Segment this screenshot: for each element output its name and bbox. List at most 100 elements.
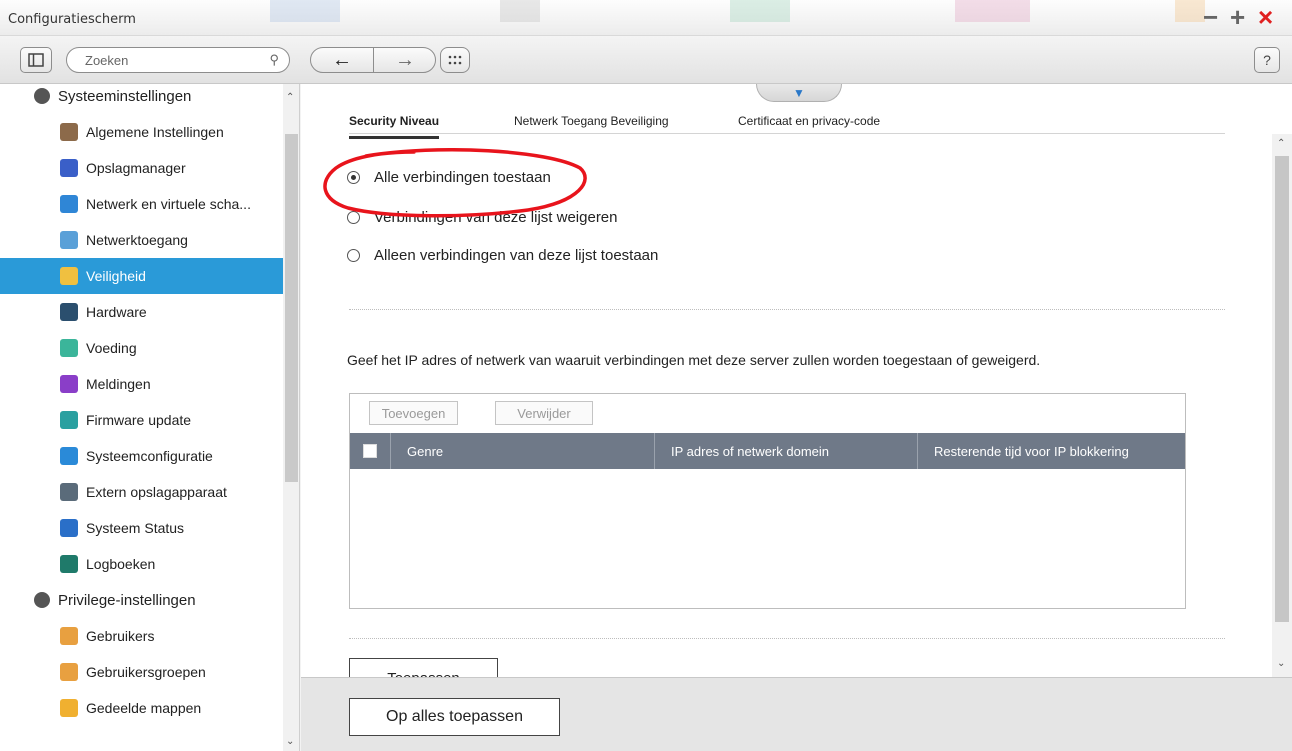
scroll-down-icon[interactable]: ⌄ [286,736,294,747]
close-icon[interactable]: × [1258,4,1273,30]
sidebar-item-systeemconfiguratie[interactable]: Systeemconfiguratie [0,438,283,474]
sidebar: Systeeminstellingen Algemene Instellingen… [0,84,300,751]
sidebar-item-gebruikers[interactable]: Gebruikers [0,618,283,654]
sidebar-scrollbar[interactable]: ⌃ ⌄ [283,84,299,751]
navigation-group: ← → [310,47,436,73]
sidebar-item-label: Algemene Instellingen [86,124,224,140]
scroll-down-icon[interactable]: ⌄ [1277,658,1285,669]
users-icon [60,663,78,681]
sidebar-item-systeem-status[interactable]: Systeem Status [0,510,283,546]
sidebar-item-label: Systeeminstellingen [58,87,192,105]
section-divider [349,638,1225,639]
radio-label: Verbindingen van deze lijst weigeren [374,208,618,226]
minimize-icon[interactable]: − [1203,4,1218,30]
search-input[interactable]: Zoeken ⚲ [66,47,290,73]
column-header-genre[interactable]: Genre [390,433,654,469]
user-group-icon [34,592,50,608]
section-divider [349,309,1225,310]
radio-allow-all[interactable]: Alle verbindingen toestaan [347,166,551,188]
sidebar-item-label: Privilege-instellingen [58,591,196,609]
sidebar-item-label: Hardware [86,304,147,320]
window-title: Configuratiescherm [8,12,136,27]
radio-deny-list[interactable]: Verbindingen van deze lijst weigeren [347,206,618,228]
radio-button[interactable] [347,248,360,262]
sidebar-item-privilege-instellingen[interactable]: Privilege-instellingen [0,582,283,618]
tab-security-niveau[interactable]: Security Niveau [349,114,440,139]
back-button[interactable]: ← [311,48,373,72]
forward-arrow-icon: → [395,48,415,71]
sidebar-item-label: Veiligheid [86,268,146,284]
scroll-up-icon[interactable]: ⌃ [1277,138,1285,149]
sidebar-item-label: Netwerk en virtuele scha... [86,196,251,212]
main-scrollbar[interactable]: ⌃ ⌄ [1272,134,1292,677]
column-header-ip[interactable]: IP adres of netwerk domein [654,433,917,469]
sidebar-item-label: Gebruikersgroepen [86,664,206,680]
storage-icon [60,159,78,177]
radio-label: Alle verbindingen toestaan [374,168,551,186]
sidebar-item-logboeken[interactable]: Logboeken [0,546,283,582]
radio-allow-list[interactable]: Alleen verbindingen van deze lijst toest… [347,244,658,266]
apply-all-button[interactable]: Op alles toepassen [349,698,560,736]
sidebar-item-firmware-update[interactable]: Firmware update [0,402,283,438]
scroll-up-icon[interactable]: ⌃ [286,92,294,103]
search-placeholder: Zoeken [85,53,129,68]
lock-icon [60,267,78,285]
help-button[interactable]: ? [1254,47,1280,73]
settings-doc-icon [60,123,78,141]
banner-decoration [270,0,340,22]
sidebar-item-veiligheid[interactable]: Veiligheid [0,258,283,294]
sidebar-item-label: Logboeken [86,556,156,572]
collapse-toggle[interactable]: ▼ [756,84,842,102]
sidebar-item-hardware[interactable]: Hardware [0,294,283,330]
main-panel: ▼ Security Niveau Netwerk Toegang Beveil… [301,84,1292,677]
sidebar-item-opslagmanager[interactable]: Opslagmanager [0,150,283,186]
footer-bar: Op alles toepassen [301,677,1292,751]
gear-icon [34,88,50,104]
maximize-icon[interactable]: + [1230,4,1245,30]
sidebar-item-gebruikersgroepen[interactable]: Gebruikersgroepen [0,654,283,690]
search-icon: ⚲ [269,52,279,67]
sidebar-item-label: Systeem Status [86,520,185,536]
ip-description: Geef het IP adres of netwerk van waaruit… [347,352,1041,368]
banner-decoration [730,0,790,22]
monitor-icon [60,519,78,537]
sidebar-item-algemene-instellingen[interactable]: Algemene Instellingen [0,114,283,150]
firmware-icon [60,411,78,429]
banner-decoration [955,0,1030,22]
network-access-icon [60,231,78,249]
sidebar-item-systeeminstellingen[interactable]: Systeeminstellingen [0,84,283,114]
user-icon [60,627,78,645]
network-switch-icon [60,195,78,213]
sidebar-toggle-button[interactable] [20,47,52,73]
main-scroll-thumb[interactable] [1275,156,1289,622]
radio-button[interactable] [347,170,360,184]
radio-button[interactable] [347,210,360,224]
sidebar-item-label: Meldingen [86,376,151,392]
apps-grid-button[interactable] [440,47,470,73]
sidebar-item-label: Gedeelde mappen [86,700,202,716]
sidebar-item-netwerk-en-virtuele-scha[interactable]: Netwerk en virtuele scha... [0,186,283,222]
back-arrow-icon: ← [332,48,352,71]
sidebar-item-netwerktoegang[interactable]: Netwerktoegang [0,222,283,258]
toolbar: Zoeken ⚲ ← → ? [0,36,1292,84]
banner-decoration [500,0,540,22]
banner-decoration [1175,0,1205,22]
remove-button[interactable]: Verwijder [495,401,593,425]
forward-button[interactable]: → [374,48,436,72]
sidebar-item-meldingen[interactable]: Meldingen [0,366,283,402]
add-button[interactable]: Toevoegen [369,401,458,425]
sidebar-item-voeding[interactable]: Voeding [0,330,283,366]
radio-label: Alleen verbindingen van deze lijst toest… [374,246,659,264]
sidebar-item-gedeelde-mappen[interactable]: Gedeelde mappen [0,690,283,726]
tab-divider [349,133,1225,134]
system-config-icon [60,447,78,465]
sidebar-item-extern-opslagapparaat[interactable]: Extern opslagapparaat [0,474,283,510]
apply-button[interactable]: Toepassen [349,658,498,677]
log-icon [60,555,78,573]
sidebar-item-label: Voeding [86,340,137,356]
select-all-checkbox[interactable] [363,444,377,458]
sidebar-item-label: Gebruikers [86,628,155,644]
sidebar-scroll-thumb[interactable] [285,134,298,482]
chevron-down-icon: ▼ [793,85,805,100]
column-header-remaining-time[interactable]: Resterende tijd voor IP blokkering [917,433,1185,469]
